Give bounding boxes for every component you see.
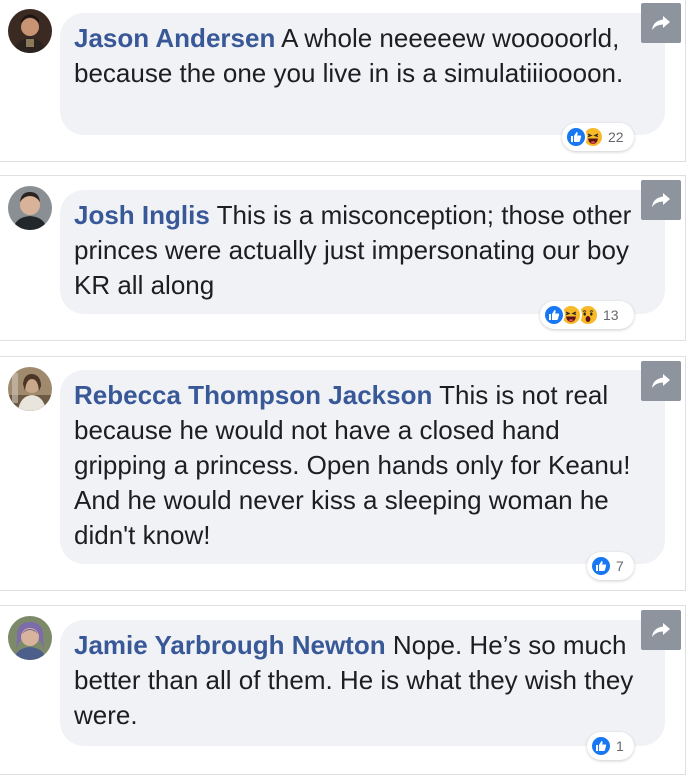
comment-card: Jamie Yarbrough Newton Nope. He’s so muc…	[0, 605, 686, 775]
comment-author[interactable]: Rebecca Thompson Jackson	[74, 380, 432, 410]
reaction-summary[interactable]: 22	[562, 123, 634, 151]
comment-card: Josh Inglis This is a misconception; tho…	[0, 175, 686, 341]
share-button[interactable]	[641, 180, 681, 220]
like-icon	[590, 735, 612, 757]
comment-text-block: Jason Andersen A whole neeeeew wooooorld…	[74, 21, 649, 91]
like-icon	[565, 126, 587, 148]
comment-author[interactable]: Jason Andersen	[74, 23, 275, 53]
reaction-summary[interactable]: 1	[587, 732, 634, 760]
avatar[interactable]	[8, 616, 52, 660]
reaction-summary[interactable]: 13	[540, 301, 634, 329]
reaction-count: 7	[616, 558, 624, 574]
reaction-count: 13	[603, 307, 619, 323]
share-button[interactable]	[641, 3, 681, 43]
comment-author[interactable]: Josh Inglis	[74, 200, 210, 230]
comment-bubble: Jason Andersen A whole neeeeew wooooorld…	[60, 13, 665, 135]
like-icon	[543, 304, 565, 326]
reaction-count: 1	[616, 738, 624, 754]
comment-bubble: Jamie Yarbrough Newton Nope. He’s so muc…	[60, 620, 665, 746]
like-icon	[590, 555, 612, 577]
share-button[interactable]	[641, 361, 681, 401]
reaction-count: 22	[608, 129, 624, 145]
share-arrow-icon	[652, 623, 670, 637]
share-button[interactable]	[641, 610, 681, 650]
avatar[interactable]	[8, 9, 52, 53]
comment-text-block: Jamie Yarbrough Newton Nope. He’s so muc…	[74, 628, 649, 733]
comment-bubble: Josh Inglis This is a misconception; tho…	[60, 190, 665, 314]
comment-card: Jason Andersen A whole neeeeew wooooorld…	[0, 0, 686, 162]
comment-card: Rebecca Thompson Jackson This is not rea…	[0, 356, 686, 591]
comment-bubble: Rebecca Thompson Jackson This is not rea…	[60, 370, 665, 564]
share-arrow-icon	[652, 16, 670, 30]
avatar[interactable]	[8, 367, 52, 411]
comment-text-block: Josh Inglis This is a misconception; tho…	[74, 198, 649, 303]
share-arrow-icon	[652, 193, 670, 207]
avatar[interactable]	[8, 186, 52, 230]
share-arrow-icon	[652, 374, 670, 388]
reaction-summary[interactable]: 7	[587, 552, 634, 580]
comment-author[interactable]: Jamie Yarbrough Newton	[74, 630, 386, 660]
comment-text-block: Rebecca Thompson Jackson This is not rea…	[74, 378, 649, 553]
